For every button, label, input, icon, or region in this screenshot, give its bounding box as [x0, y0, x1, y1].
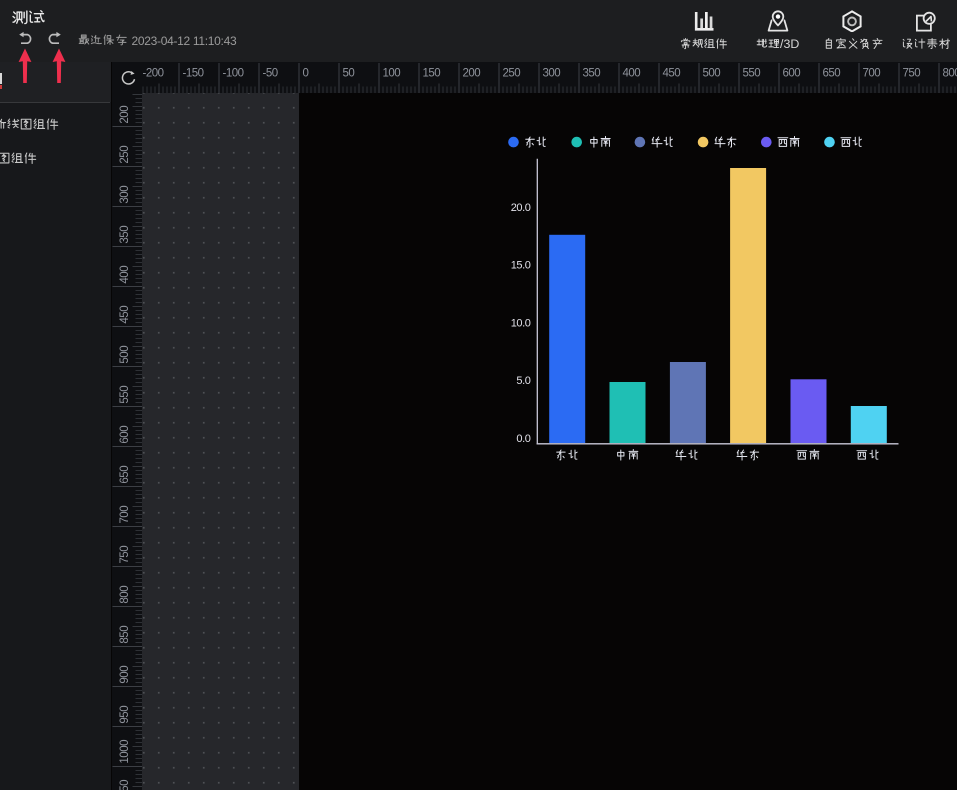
svg-text:5.0: 5.0 [516, 375, 530, 387]
svg-text:15.0: 15.0 [511, 260, 531, 272]
svg-text:0.0: 0.0 [516, 433, 530, 445]
svg-text:20.0: 20.0 [511, 202, 531, 214]
svg-text:10.0: 10.0 [511, 317, 531, 329]
